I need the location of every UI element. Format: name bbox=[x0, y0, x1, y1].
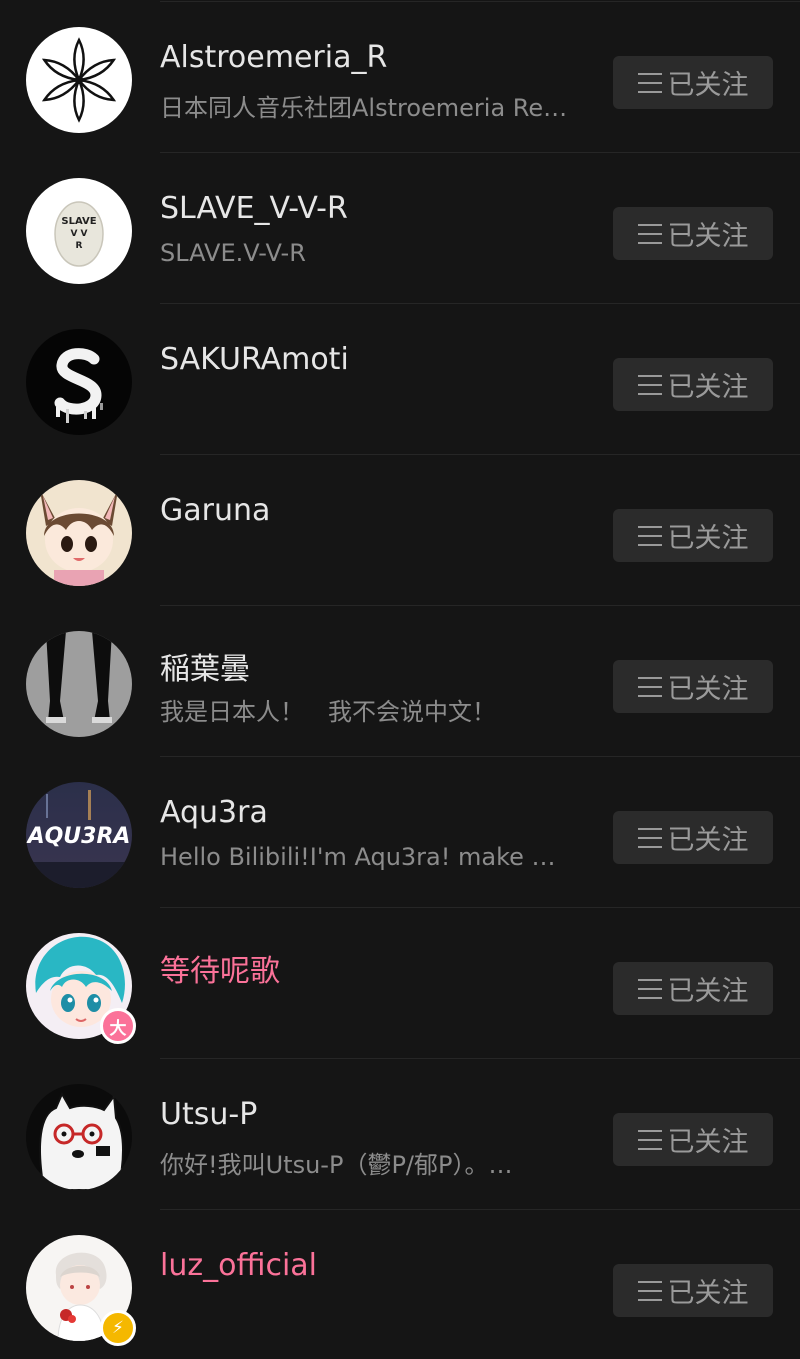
avatar[interactable] bbox=[26, 631, 132, 737]
menu-lines-icon bbox=[637, 72, 662, 93]
svg-text:V V: V V bbox=[70, 229, 87, 239]
following-label: 已关注 bbox=[667, 372, 749, 403]
following-list: Alstroemeria_R 日本同人音乐社团Alstroemeria Reco… bbox=[0, 0, 800, 1359]
svg-text:SLAVE: SLAVE bbox=[61, 216, 96, 227]
vip-badge: 大 bbox=[100, 1008, 136, 1044]
list-item[interactable]: Utsu-P 你好!我叫Utsu-P（鬱P/郁P）。… 已关注 bbox=[0, 1059, 800, 1210]
list-item[interactable]: 稲葉曇 我是日本人！ 我不会说中文！ 已关注 bbox=[0, 606, 800, 757]
following-label: 已关注 bbox=[667, 674, 749, 705]
menu-lines-icon bbox=[637, 1280, 662, 1301]
following-label: 已关注 bbox=[667, 221, 749, 252]
menu-lines-icon bbox=[637, 827, 662, 848]
menu-lines-icon bbox=[637, 978, 662, 999]
following-button[interactable]: 已关注 bbox=[613, 358, 773, 411]
following-label: 已关注 bbox=[667, 1127, 749, 1158]
list-item[interactable]: ⚡ luz_official 已关注 bbox=[0, 1210, 800, 1359]
following-button[interactable]: 已关注 bbox=[613, 1113, 773, 1166]
lightning-badge: ⚡ bbox=[100, 1310, 136, 1346]
menu-lines-icon bbox=[637, 525, 662, 546]
user-name[interactable]: SLAVE_V-V-R bbox=[160, 191, 348, 226]
svg-text:R: R bbox=[76, 241, 83, 251]
user-description: 你好!我叫Utsu-P（鬱P/郁P）。… bbox=[160, 1151, 513, 1179]
following-label: 已关注 bbox=[667, 976, 749, 1007]
following-label: 已关注 bbox=[667, 523, 749, 554]
menu-lines-icon bbox=[637, 223, 662, 244]
user-name[interactable]: Garuna bbox=[160, 493, 270, 528]
user-description: Hello Bilibili!I'm Aqu3ra! make o… bbox=[160, 843, 570, 871]
following-button[interactable]: 已关注 bbox=[613, 811, 773, 864]
avatar[interactable] bbox=[26, 1084, 132, 1190]
list-item[interactable]: AQU3RA Aqu3ra Hello Bilibili!I'm Aqu3ra!… bbox=[0, 757, 800, 908]
user-description: 日本同人音乐社团Alstroemeria Records bbox=[160, 94, 570, 122]
following-button[interactable]: 已关注 bbox=[613, 1264, 773, 1317]
user-name[interactable]: SAKURAmoti bbox=[160, 342, 349, 377]
user-description: 我是日本人！ 我不会说中文！ bbox=[160, 698, 496, 726]
user-name[interactable]: Alstroemeria_R bbox=[160, 40, 387, 75]
menu-lines-icon bbox=[637, 676, 662, 697]
avatar[interactable]: SLAVE V V R bbox=[26, 178, 132, 284]
following-button[interactable]: 已关注 bbox=[613, 962, 773, 1015]
following-button[interactable]: 已关注 bbox=[613, 207, 773, 260]
following-button[interactable]: 已关注 bbox=[613, 509, 773, 562]
following-label: 已关注 bbox=[667, 825, 749, 856]
menu-lines-icon bbox=[637, 374, 662, 395]
user-name[interactable]: Utsu-P bbox=[160, 1097, 257, 1132]
list-item[interactable]: Garuna 已关注 bbox=[0, 455, 800, 606]
user-description: SLAVE.V-V-R bbox=[160, 239, 306, 267]
avatar[interactable] bbox=[26, 329, 132, 435]
menu-lines-icon bbox=[637, 1129, 662, 1150]
following-label: 已关注 bbox=[667, 70, 749, 101]
svg-text:AQU3RA: AQU3RA bbox=[26, 824, 130, 849]
avatar[interactable] bbox=[26, 480, 132, 586]
user-name[interactable]: luz_official bbox=[160, 1248, 317, 1283]
lightning-icon: ⚡ bbox=[112, 1318, 124, 1338]
following-button[interactable]: 已关注 bbox=[613, 660, 773, 713]
following-button[interactable]: 已关注 bbox=[613, 56, 773, 109]
list-item[interactable]: Alstroemeria_R 日本同人音乐社团Alstroemeria Reco… bbox=[0, 2, 800, 153]
badge-label: 大 bbox=[109, 1018, 127, 1039]
avatar[interactable] bbox=[26, 27, 132, 133]
user-name[interactable]: Aqu3ra bbox=[160, 795, 268, 830]
list-item[interactable]: SAKURAmoti 已关注 bbox=[0, 304, 800, 455]
user-name[interactable]: 稲葉曇 bbox=[160, 644, 250, 688]
list-item[interactable]: SLAVE V V R SLAVE_V-V-R SLAVE.V-V-R 已关注 bbox=[0, 153, 800, 304]
following-label: 已关注 bbox=[667, 1278, 749, 1309]
user-name[interactable]: 等待呢歌 bbox=[160, 946, 280, 990]
avatar[interactable]: AQU3RA bbox=[26, 782, 132, 888]
list-item[interactable]: 大 等待呢歌 已关注 bbox=[0, 908, 800, 1059]
